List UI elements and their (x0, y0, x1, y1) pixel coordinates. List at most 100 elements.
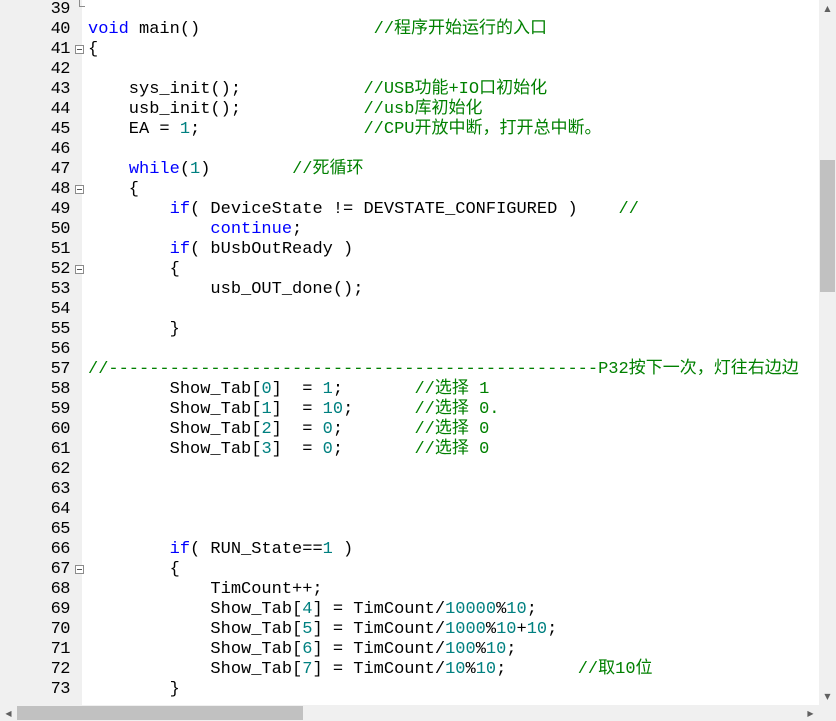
code-line[interactable]: 54 (0, 300, 819, 320)
code-token: 1 (322, 540, 333, 559)
code-token: EA = (88, 120, 180, 139)
code-line[interactable]: 62 (0, 460, 819, 480)
code-token: //--------------------------------------… (88, 360, 799, 379)
code-line[interactable]: 57 //------------------------------------… (0, 360, 819, 380)
code-line[interactable]: 48 { (0, 180, 819, 200)
code-token: Show_Tab[ (88, 380, 262, 399)
line-number: 44 (50, 100, 71, 119)
code-line[interactable]: 40 void main() //程序开始运行的入口 (0, 20, 819, 40)
code-token: 10 (506, 600, 527, 619)
code-token: Show_Tab[ (88, 620, 303, 639)
code-line[interactable]: 50 continue; (0, 220, 819, 240)
code-line[interactable]: 64 (0, 500, 819, 520)
fold-collapse-icon[interactable] (75, 185, 84, 194)
scrollbar-corner (819, 705, 836, 721)
code-line[interactable]: 69 Show_Tab[4] = TimCount/10000%10; (0, 600, 819, 620)
code-line[interactable]: 41 { (0, 40, 819, 60)
code-token: continue (210, 220, 293, 239)
code-token: if (169, 540, 191, 559)
line-number: 69 (50, 600, 71, 619)
code-line[interactable]: 59 Show_Tab[1] = 10; //选择 0. (0, 400, 819, 420)
code-text: Show_Tab[2] = 0; //选择 0 (88, 420, 490, 440)
code-token: 0 (261, 380, 272, 399)
code-line[interactable]: 68 TimCount++; (0, 580, 819, 600)
vertical-scroll-thumb[interactable] (820, 160, 835, 292)
line-number: 66 (50, 540, 71, 559)
arrow-down-icon[interactable]: ▼ (819, 688, 836, 705)
code-text: if( DeviceState != DEVSTATE_CONFIGURED )… (88, 200, 639, 220)
code-line[interactable]: 65 (0, 520, 819, 540)
code-token: { (88, 180, 140, 199)
code-text: continue; (88, 220, 302, 240)
code-token: void (88, 20, 129, 39)
code-token: % (485, 620, 497, 639)
line-number: 40 (50, 20, 71, 39)
code-token: 6 (302, 640, 313, 659)
code-line[interactable]: 73 } (0, 680, 819, 700)
code-line[interactable]: 43 sys_init(); //USB功能+IO口初始化 (0, 80, 819, 100)
code-text: usb_init(); //usb库初始化 (88, 100, 483, 120)
code-line[interactable]: 71 Show_Tab[6] = TimCount/100%10; (0, 640, 819, 660)
code-text: } (88, 320, 180, 340)
line-number: 42 (50, 60, 71, 79)
code-line[interactable]: 66 if( RUN_State==1 ) (0, 540, 819, 560)
code-token: 100 (445, 640, 476, 659)
code-token: //选择 0. (414, 400, 500, 419)
arrow-right-icon[interactable]: ▶ (802, 705, 819, 721)
code-token: ] = TimCount/ (312, 600, 446, 619)
code-line[interactable]: 42 (0, 60, 819, 80)
fold-collapse-icon[interactable] (75, 265, 84, 274)
line-number: 47 (50, 160, 71, 179)
code-line[interactable]: 63 (0, 480, 819, 500)
code-token: ] = TimCount/ (312, 640, 446, 659)
horizontal-scrollbar[interactable]: ◀ ▶ (0, 705, 819, 721)
code-token: Show_Tab[ (88, 660, 303, 679)
line-number: 58 (50, 380, 71, 399)
code-token: sys_init(); (88, 80, 364, 99)
code-token: 3 (261, 440, 272, 459)
code-token: ] = TimCount/ (312, 660, 446, 679)
code-token: 0 (322, 420, 333, 439)
line-number: 61 (50, 440, 71, 459)
fold-collapse-icon[interactable] (75, 45, 84, 54)
code-line[interactable]: 49 if( DeviceState != DEVSTATE_CONFIGURE… (0, 200, 819, 220)
vertical-scrollbar[interactable]: ▲ ▼ (819, 0, 836, 705)
code-line[interactable]: 58 Show_Tab[0] = 1; //选择 1 (0, 380, 819, 400)
code-line[interactable]: 70 Show_Tab[5] = TimCount/1000%10+10; (0, 620, 819, 640)
code-line[interactable]: 45 EA = 1; //CPU开放中断，打开总中断。 (0, 120, 819, 140)
code-line[interactable]: 46 (0, 140, 819, 160)
code-line[interactable]: 56 (0, 340, 819, 360)
code-line[interactable]: 55 } (0, 320, 819, 340)
fold-collapse-icon[interactable] (75, 565, 84, 574)
code-token: { (88, 560, 180, 579)
code-line[interactable]: 72 Show_Tab[7] = TimCount/10%10; //取10位 (0, 660, 819, 680)
code-token: 0 (322, 440, 333, 459)
arrow-up-icon[interactable]: ▲ (819, 0, 836, 17)
code-line[interactable]: 51 if( bUsbOutReady ) (0, 240, 819, 260)
arrow-left-icon[interactable]: ◀ (0, 705, 17, 721)
code-line[interactable]: 47 while(1) //死循环 (0, 160, 819, 180)
code-line[interactable]: 67 { (0, 560, 819, 580)
code-line[interactable]: 60 Show_Tab[2] = 0; //选择 0 (0, 420, 819, 440)
code-token: Show_Tab[ (88, 600, 303, 619)
horizontal-scroll-thumb[interactable] (17, 706, 303, 720)
code-token: } (88, 680, 180, 699)
code-line[interactable]: 52 { (0, 260, 819, 280)
code-token: //程序开始运行的入口 (373, 20, 548, 39)
code-token: 5 (302, 620, 313, 639)
code-text: { (88, 260, 180, 280)
code-line[interactable]: 44 usb_init(); //usb库初始化 (0, 100, 819, 120)
code-editor[interactable]: 39 40 void main() //程序开始运行的入口 41{42 43 sys_i… (0, 0, 819, 705)
code-text: Show_Tab[1] = 10; //选择 0. (88, 400, 500, 420)
line-number: 60 (50, 420, 71, 439)
code-token: 10 (322, 400, 344, 419)
code-line[interactable]: 53 usb_OUT_done(); (0, 280, 819, 300)
line-number: 49 (50, 200, 71, 219)
code-line[interactable]: 61 Show_Tab[3] = 0; //选择 0 (0, 440, 819, 460)
code-token: //取10位 (577, 660, 653, 679)
line-number: 43 (50, 80, 71, 99)
code-line[interactable]: 39 (0, 0, 819, 20)
code-token: ; (526, 600, 537, 619)
